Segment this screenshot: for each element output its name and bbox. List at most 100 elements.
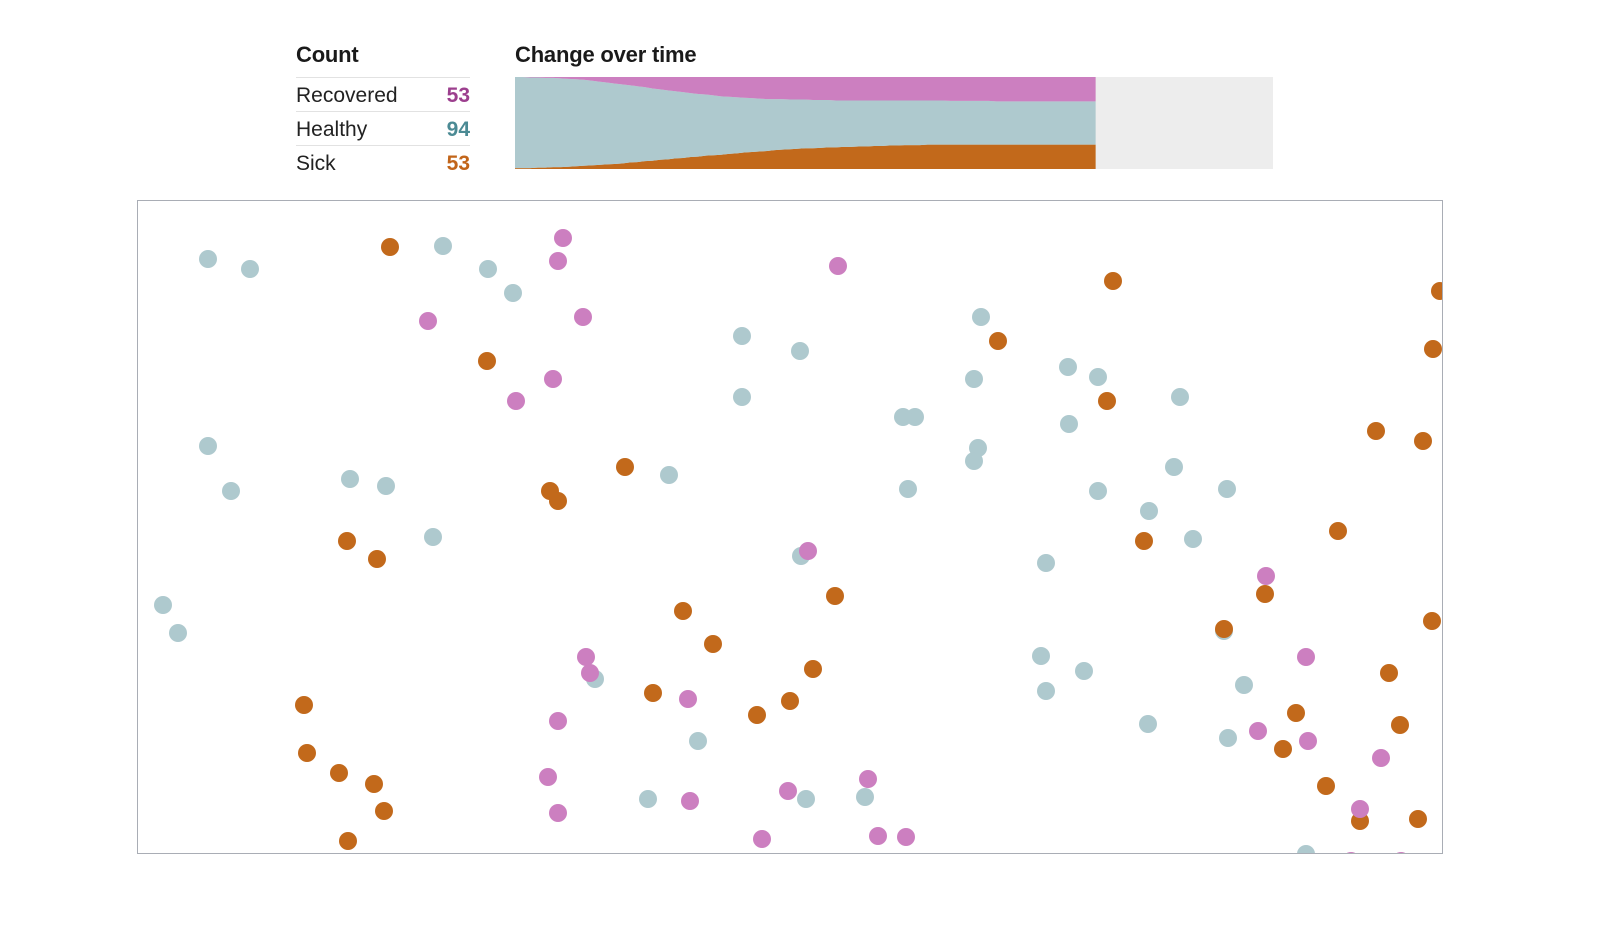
dot-recovered [574, 308, 592, 326]
dot-recovered [1351, 800, 1369, 818]
dot-healthy [899, 480, 917, 498]
dot-healthy [1140, 502, 1158, 520]
dot-sick [549, 492, 567, 510]
dot-healthy [1059, 358, 1077, 376]
dot-sick [644, 684, 662, 702]
dot-sick [1135, 532, 1153, 550]
dot-sick [1423, 612, 1441, 630]
count-panel-title: Count [296, 42, 359, 67]
dot-healthy [1032, 647, 1050, 665]
dot-healthy [154, 596, 172, 614]
dot-healthy [1235, 676, 1253, 694]
dot-recovered [1396, 852, 1406, 853]
dot-healthy [660, 466, 678, 484]
dot-healthy [1037, 554, 1055, 572]
dot-sick [1287, 704, 1305, 722]
population-dot-plot [154, 229, 1442, 853]
dot-sick [365, 775, 383, 793]
population-dot-plot-panel [137, 200, 1443, 854]
dot-healthy [1060, 415, 1078, 433]
dot-healthy [504, 284, 522, 302]
dot-healthy [1184, 530, 1202, 548]
dot-recovered [897, 828, 915, 846]
dot-sick [1414, 432, 1432, 450]
dot-recovered [549, 712, 567, 730]
dot-group-recovered [419, 229, 1406, 853]
dot-sick [1380, 664, 1398, 682]
change-over-time-title: Change over time [515, 42, 697, 67]
stacked-area-chart [515, 77, 1096, 169]
dot-recovered [419, 312, 437, 330]
dot-recovered [544, 370, 562, 388]
count-value-recovered: 53 [446, 84, 470, 107]
dot-healthy [1297, 845, 1315, 853]
dot-recovered [799, 542, 817, 560]
dot-sick [295, 696, 313, 714]
dot-recovered [679, 690, 697, 708]
dot-sick [989, 332, 1007, 350]
dot-recovered [507, 392, 525, 410]
dot-recovered [1249, 722, 1267, 740]
summary-header-row: Count Recovered 53 Healthy 94 Sick 53 Ch… [0, 0, 1600, 200]
dot-healthy [1037, 682, 1055, 700]
dot-healthy [1165, 458, 1183, 476]
dot-healthy [733, 388, 751, 406]
dot-sick [1329, 522, 1347, 540]
dot-recovered [681, 792, 699, 810]
dot-recovered [869, 827, 887, 845]
dot-recovered [577, 648, 595, 666]
dot-healthy [424, 528, 442, 546]
dot-sick [368, 550, 386, 568]
dot-sick [1317, 777, 1335, 795]
dot-healthy [965, 452, 983, 470]
dot-healthy [972, 308, 990, 326]
dot-group-sick [295, 238, 1442, 850]
dot-healthy [1089, 482, 1107, 500]
change-over-time-panel: Change over time [515, 42, 1273, 169]
count-row-healthy: Healthy 94 [296, 111, 470, 145]
count-row-recovered: Recovered 53 [296, 77, 470, 111]
dot-sick [804, 660, 822, 678]
dot-healthy [1089, 368, 1107, 386]
dot-healthy [1218, 480, 1236, 498]
dot-healthy [1139, 715, 1157, 733]
dot-recovered [859, 770, 877, 788]
count-panel: Count Recovered 53 Healthy 94 Sick 53 [296, 42, 470, 179]
dot-healthy [169, 624, 187, 642]
dot-recovered [829, 257, 847, 275]
dot-sick [339, 832, 357, 850]
dot-sick [1391, 716, 1409, 734]
dot-healthy [1219, 729, 1237, 747]
dot-recovered [581, 664, 599, 682]
dot-sick [616, 458, 634, 476]
count-value-healthy: 94 [446, 118, 470, 141]
dot-healthy [1171, 388, 1189, 406]
change-over-time-plot-area [515, 77, 1273, 169]
dot-healthy [797, 790, 815, 808]
dot-sick [826, 587, 844, 605]
dot-recovered [1297, 648, 1315, 666]
dot-recovered [554, 229, 572, 247]
dot-recovered [1257, 567, 1275, 585]
dot-sick [674, 602, 692, 620]
dot-sick [1367, 422, 1385, 440]
dot-healthy [199, 250, 217, 268]
dot-sick [1424, 340, 1442, 358]
dot-sick [330, 764, 348, 782]
dot-recovered [779, 782, 797, 800]
dot-sick [1215, 620, 1233, 638]
dot-sick [1098, 392, 1116, 410]
dot-recovered [1372, 749, 1390, 767]
dot-recovered [1346, 852, 1356, 853]
dot-healthy [241, 260, 259, 278]
dot-sick [781, 692, 799, 710]
dot-healthy [733, 327, 751, 345]
count-value-sick: 53 [446, 152, 470, 175]
dot-healthy [199, 437, 217, 455]
dot-sick [338, 532, 356, 550]
dot-healthy [689, 732, 707, 750]
dot-healthy [479, 260, 497, 278]
dot-sick [381, 238, 399, 256]
dot-sick [298, 744, 316, 762]
dot-sick [478, 352, 496, 370]
